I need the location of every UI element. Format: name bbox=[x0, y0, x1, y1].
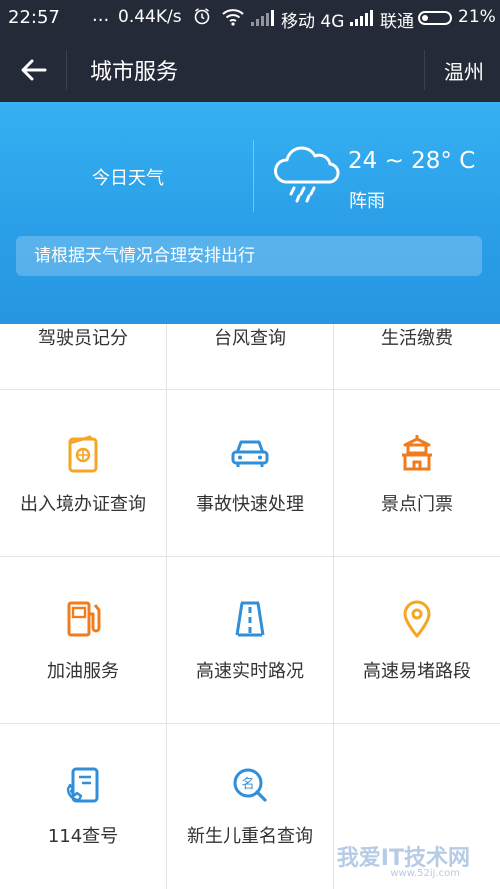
service-label: 加油服务 bbox=[47, 661, 119, 682]
status-time: 22:57 bbox=[8, 7, 60, 28]
service-label: 驾驶员记分 bbox=[38, 328, 128, 349]
service-accident[interactable]: 事故快速处理 bbox=[167, 390, 334, 557]
service-label: 景点门票 bbox=[381, 494, 453, 515]
service-exit-entry[interactable]: 出入境办证查询 bbox=[0, 390, 167, 557]
status-bar: 22:57 ... 0.44K/s 移动 4G 联通 21% bbox=[0, 0, 500, 36]
service-driver-points[interactable]: 驾驶员记分 bbox=[0, 324, 167, 390]
signal-icon-2 bbox=[350, 10, 373, 26]
service-label: 高速易堵路段 bbox=[363, 661, 471, 682]
arrow-left-icon bbox=[21, 59, 47, 81]
service-label: 出入境办证查询 bbox=[20, 494, 146, 515]
service-newborn-name[interactable]: 名 新生儿重名查询 bbox=[167, 724, 334, 889]
car-icon bbox=[230, 436, 270, 474]
header-bar: 城市服务 温州 bbox=[0, 36, 500, 102]
passport-icon bbox=[66, 434, 100, 478]
service-label: 新生儿重名查询 bbox=[187, 826, 313, 847]
service-fuel[interactable]: 加油服务 bbox=[0, 557, 167, 724]
service-label: 114查号 bbox=[47, 826, 119, 847]
battery-icon bbox=[418, 11, 452, 25]
header-divider bbox=[66, 50, 67, 90]
service-congestion[interactable]: 高速易堵路段 bbox=[334, 557, 500, 724]
pagoda-icon bbox=[399, 432, 435, 476]
header-divider-right bbox=[424, 50, 425, 90]
highway-icon bbox=[233, 600, 267, 642]
phone-book-icon bbox=[65, 766, 101, 808]
service-114[interactable]: 114查号 bbox=[0, 724, 167, 889]
city-selector[interactable]: 温州 bbox=[444, 56, 484, 85]
page-title: 城市服务 bbox=[90, 60, 179, 85]
watermark-url: www.52ij.com bbox=[390, 868, 460, 879]
service-tickets[interactable]: 景点门票 bbox=[334, 390, 500, 557]
service-label: 事故快速处理 bbox=[196, 494, 304, 515]
back-button[interactable] bbox=[14, 50, 54, 90]
alarm-icon bbox=[193, 7, 211, 30]
name-search-icon: 名 bbox=[231, 766, 269, 808]
service-label: 台风查询 bbox=[214, 328, 286, 349]
service-label: 生活缴费 bbox=[381, 328, 453, 349]
battery-level: 21% bbox=[458, 7, 496, 27]
weather-condition: 阵雨 bbox=[349, 191, 385, 212]
service-typhoon[interactable]: 台风查询 bbox=[167, 324, 334, 390]
temperature-range: 24 ~ 28° C bbox=[348, 148, 476, 174]
location-pin-icon bbox=[401, 599, 433, 643]
network-speed: 0.44K/s bbox=[118, 7, 182, 27]
today-weather-label: 今日天气 bbox=[92, 168, 164, 189]
cloud-rain-icon bbox=[270, 142, 340, 208]
weather-notice: 请根据天气情况合理安排出行 bbox=[16, 236, 482, 276]
service-highway-traffic[interactable]: 高速实时路况 bbox=[167, 557, 334, 724]
weather-panel: 今日天气 24 ~ 28° C 阵雨 请根据天气情况合理安排出行 bbox=[0, 102, 500, 324]
gas-pump-icon bbox=[65, 600, 101, 642]
carrier-1: 移动 4G bbox=[281, 12, 345, 32]
wifi-icon bbox=[222, 8, 244, 31]
carrier-2: 联通 bbox=[380, 12, 414, 32]
svg-text:名: 名 bbox=[241, 776, 254, 792]
service-label: 高速实时路况 bbox=[196, 661, 304, 682]
status-dots: ... bbox=[92, 5, 110, 26]
service-utilities[interactable]: 生活缴费 bbox=[334, 324, 500, 390]
signal-icon bbox=[251, 10, 274, 26]
weather-divider bbox=[253, 140, 254, 212]
